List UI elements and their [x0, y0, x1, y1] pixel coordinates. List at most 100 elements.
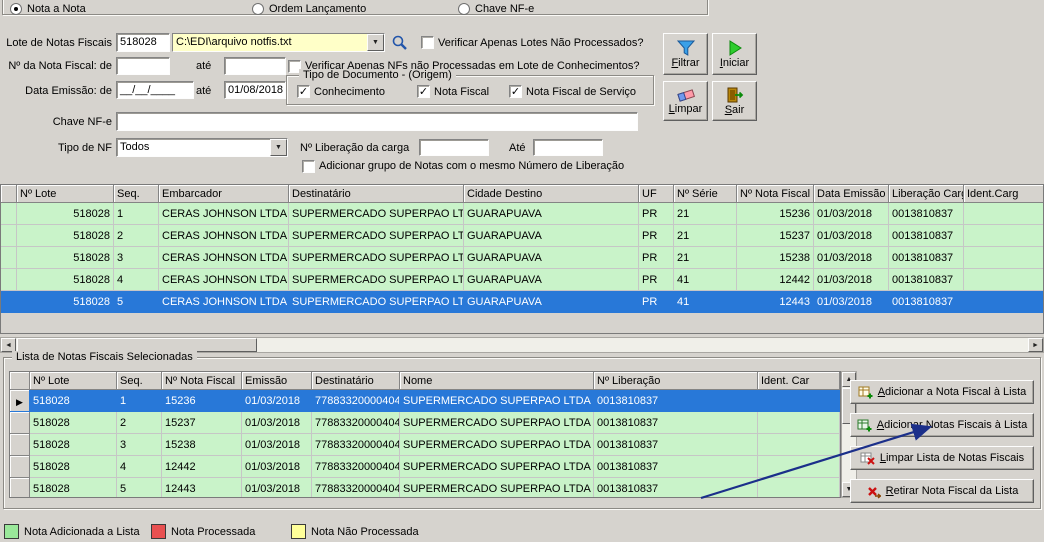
- cell[interactable]: CERAS JOHNSON LTDA: [159, 291, 289, 313]
- cell[interactable]: SUPERMERCADO SUPERPAO LTDA: [289, 269, 464, 291]
- column-header[interactable]: Destinatário: [289, 185, 464, 203]
- cell[interactable]: 01/03/2018: [814, 291, 889, 313]
- column-header[interactable]: Seq.: [114, 185, 159, 203]
- cell[interactable]: 518028: [30, 478, 117, 498]
- scroll-left-icon[interactable]: ◄: [1, 338, 16, 352]
- cell[interactable]: 01/03/2018: [242, 390, 312, 412]
- cell[interactable]: 1: [114, 203, 159, 225]
- cell[interactable]: GUARAPUAVA: [464, 269, 639, 291]
- lote-input[interactable]: 518028: [116, 33, 170, 52]
- cell[interactable]: [964, 291, 1044, 313]
- cell[interactable]: 0013810837: [594, 390, 758, 412]
- cell[interactable]: 518028: [17, 269, 114, 291]
- cell[interactable]: 5: [114, 291, 159, 313]
- column-header[interactable]: Nº Lote: [30, 372, 117, 390]
- cell[interactable]: 3: [114, 247, 159, 269]
- cell[interactable]: CERAS JOHNSON LTDA: [159, 247, 289, 269]
- column-header[interactable]: Ident.Carg: [964, 185, 1044, 203]
- cell[interactable]: 0013810837: [889, 269, 964, 291]
- table-row[interactable]: 5180285CERAS JOHNSON LTDASUPERMERCADO SU…: [1, 291, 1043, 313]
- retirar-nota-fiscal-button[interactable]: Retirar Nota Fiscal da Lista: [850, 479, 1034, 503]
- radio-icon[interactable]: [458, 3, 470, 15]
- cell[interactable]: 0013810837: [594, 434, 758, 456]
- cell[interactable]: [964, 225, 1044, 247]
- table-row[interactable]: 5180282CERAS JOHNSON LTDASUPERMERCADO SU…: [1, 225, 1043, 247]
- data-ate-input[interactable]: 01/08/2018: [224, 81, 286, 99]
- tipo-nf-combobox[interactable]: Todos ▼: [116, 138, 288, 157]
- nota-fiscal-checkbox[interactable]: [417, 85, 430, 98]
- radio-icon[interactable]: [252, 3, 264, 15]
- cell[interactable]: 3: [117, 434, 162, 456]
- sair-button[interactable]: Sair: [712, 81, 757, 121]
- limpar-button[interactable]: Limpar: [663, 81, 708, 121]
- cell[interactable]: 41: [674, 291, 737, 313]
- cell[interactable]: [758, 478, 840, 498]
- table-row[interactable]: 51802841244201/03/201877883320000404SUPE…: [10, 456, 840, 478]
- table-row[interactable]: 5180281CERAS JOHNSON LTDASUPERMERCADO SU…: [1, 203, 1043, 225]
- cell[interactable]: 518028: [30, 412, 117, 434]
- iniciar-button[interactable]: Iniciar: [712, 33, 757, 75]
- nf-ate-input[interactable]: [224, 57, 286, 75]
- cell[interactable]: 77883320000404: [312, 456, 400, 478]
- verificar-lotes-checkbox[interactable]: [421, 36, 434, 49]
- scroll-right-icon[interactable]: ►: [1028, 338, 1043, 352]
- cell[interactable]: 518028: [17, 247, 114, 269]
- cell[interactable]: SUPERMERCADO SUPERPAO LTDA: [289, 203, 464, 225]
- cell[interactable]: CERAS JOHNSON LTDA: [159, 203, 289, 225]
- cell[interactable]: [758, 412, 840, 434]
- cell[interactable]: SUPERMERCADO SUPERPAO LTDA: [400, 412, 594, 434]
- nf-de-input[interactable]: [116, 57, 170, 75]
- cell[interactable]: 5: [117, 478, 162, 498]
- cell[interactable]: 0013810837: [889, 203, 964, 225]
- column-header[interactable]: Nº Série: [674, 185, 737, 203]
- cell[interactable]: 4: [117, 456, 162, 478]
- adicionar-grupo-checkbox[interactable]: [302, 160, 315, 173]
- chevron-down-icon[interactable]: ▼: [367, 34, 384, 51]
- cell[interactable]: 518028: [17, 203, 114, 225]
- cell[interactable]: SUPERMERCADO SUPERPAO LTDA: [289, 291, 464, 313]
- notas-selecionadas-grid[interactable]: Nº LoteSeq.Nº Nota FiscalEmissãoDestinat…: [9, 371, 841, 498]
- table-row[interactable]: 5180283CERAS JOHNSON LTDASUPERMERCADO SU…: [1, 247, 1043, 269]
- cell[interactable]: 518028: [30, 390, 117, 412]
- cell[interactable]: GUARAPUAVA: [464, 291, 639, 313]
- cell[interactable]: [758, 434, 840, 456]
- cell[interactable]: CERAS JOHNSON LTDA: [159, 269, 289, 291]
- cell[interactable]: 77883320000404: [312, 390, 400, 412]
- cell[interactable]: 518028: [30, 456, 117, 478]
- radio-chave-nfe[interactable]: Chave NF-e: [458, 2, 534, 16]
- liberacao-ate-input[interactable]: [533, 139, 603, 156]
- cell[interactable]: 77883320000404: [312, 434, 400, 456]
- cell[interactable]: GUARAPUAVA: [464, 247, 639, 269]
- column-header[interactable]: Nome: [400, 372, 594, 390]
- column-header[interactable]: Nº Nota Fiscal: [737, 185, 814, 203]
- cell[interactable]: SUPERMERCADO SUPERPAO LTDA: [289, 247, 464, 269]
- cell[interactable]: 01/03/2018: [814, 225, 889, 247]
- cell[interactable]: 01/03/2018: [814, 247, 889, 269]
- limpar-lista-button[interactable]: Limpar Lista de Notas Fiscais: [850, 446, 1034, 470]
- cell[interactable]: CERAS JOHNSON LTDA: [159, 225, 289, 247]
- cell[interactable]: 12443: [162, 478, 242, 498]
- cell[interactable]: 2: [117, 412, 162, 434]
- table-row[interactable]: 51802851244301/03/201877883320000404SUPE…: [10, 478, 840, 498]
- column-header[interactable]: Nº Nota Fiscal: [162, 372, 242, 390]
- search-icon[interactable]: [391, 34, 408, 51]
- cell[interactable]: PR: [639, 291, 674, 313]
- cell[interactable]: 21: [674, 225, 737, 247]
- cell[interactable]: PR: [639, 225, 674, 247]
- cell[interactable]: 01/03/2018: [242, 412, 312, 434]
- radio-nota-a-nota[interactable]: Nota a Nota: [10, 2, 86, 16]
- chave-nfe-input[interactable]: [116, 112, 638, 131]
- arquivo-combobox[interactable]: C:\EDI\arquivo notfis.txt ▼: [172, 33, 385, 52]
- cell[interactable]: 0013810837: [889, 247, 964, 269]
- cell[interactable]: [964, 269, 1044, 291]
- cell[interactable]: 4: [114, 269, 159, 291]
- column-header[interactable]: Embarcador: [159, 185, 289, 203]
- scrollbar-thumb[interactable]: [17, 338, 257, 352]
- cell[interactable]: 518028: [17, 225, 114, 247]
- column-header[interactable]: Nº Lote: [17, 185, 114, 203]
- cell[interactable]: 77883320000404: [312, 478, 400, 498]
- cell[interactable]: 21: [674, 203, 737, 225]
- tipo-nf-value[interactable]: Todos: [117, 139, 270, 156]
- column-header[interactable]: Seq.: [117, 372, 162, 390]
- cell[interactable]: 15236: [737, 203, 814, 225]
